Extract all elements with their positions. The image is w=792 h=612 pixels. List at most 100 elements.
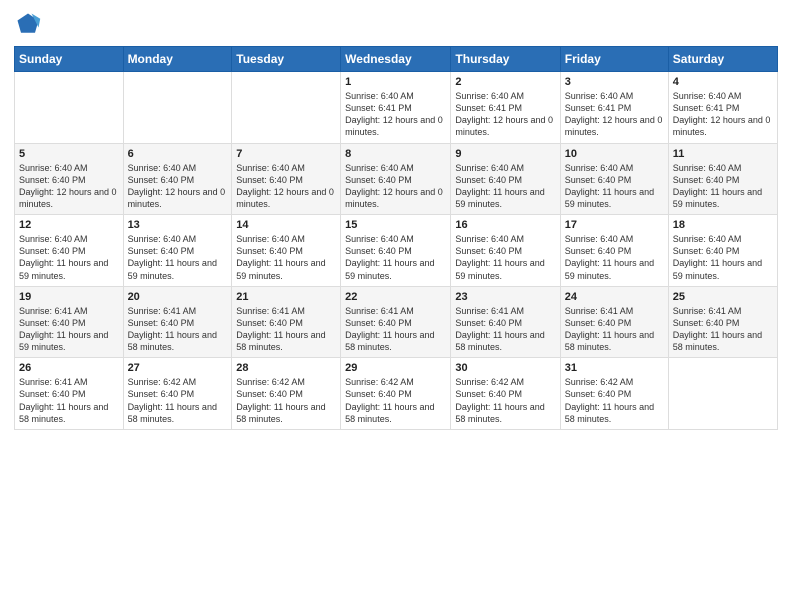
day-cell: 14 Sunrise: 6:40 AMSunset: 6:40 PMDayligh…: [232, 215, 341, 287]
header-cell-saturday: Saturday: [668, 47, 777, 72]
cell-content: Sunrise: 6:42 AMSunset: 6:40 PMDaylight:…: [455, 376, 555, 425]
day-cell: 13 Sunrise: 6:40 AMSunset: 6:40 PMDayligh…: [123, 215, 232, 287]
header-cell-thursday: Thursday: [451, 47, 560, 72]
day-number: 25: [673, 291, 773, 303]
calendar-header: SundayMondayTuesdayWednesdayThursdayFrid…: [15, 47, 778, 72]
header: [14, 10, 778, 38]
day-number: 3: [565, 76, 664, 88]
day-cell: 21 Sunrise: 6:41 AMSunset: 6:40 PMDayligh…: [232, 286, 341, 358]
cell-content: Sunrise: 6:40 AMSunset: 6:40 PMDaylight:…: [128, 233, 228, 282]
cell-content: Sunrise: 6:41 AMSunset: 6:40 PMDaylight:…: [565, 305, 664, 354]
day-cell: 6Sunrise: 6:40 AMSunset: 6:40 PMDaylight…: [123, 143, 232, 215]
cell-content: Sunrise: 6:40 AMSunset: 6:40 PMDaylight:…: [19, 162, 119, 211]
page: SundayMondayTuesdayWednesdayThursdayFrid…: [0, 0, 792, 612]
day-cell: 1 Sunrise: 6:40 AMSunset: 6:41 PMDaylight…: [341, 72, 451, 144]
day-cell: 8Sunrise: 6:40 AMSunset: 6:40 PMDaylight…: [341, 143, 451, 215]
day-cell: 3Sunrise: 6:40 AMSunset: 6:41 PMDaylight…: [560, 72, 668, 144]
day-cell: 9 Sunrise: 6:40 AMSunset: 6:40 PMDaylight…: [451, 143, 560, 215]
day-number: 6: [128, 148, 228, 160]
day-cell: 12 Sunrise: 6:40 AMSunset: 6:40 PMDayligh…: [15, 215, 124, 287]
cell-content: Sunrise: 6:40 AMSunset: 6:40 PMDaylight:…: [565, 162, 664, 211]
cell-content: Sunrise: 6:40 AMSunset: 6:40 PMDaylight:…: [19, 233, 119, 282]
cell-content: Sunrise: 6:41 AMSunset: 6:40 PMDaylight:…: [455, 305, 555, 354]
day-number: 29: [345, 362, 446, 374]
cell-content: Sunrise: 6:41 AMSunset: 6:40 PMDaylight:…: [128, 305, 228, 354]
cell-content: Sunrise: 6:41 AMSunset: 6:40 PMDaylight:…: [673, 305, 773, 354]
day-cell: 26 Sunrise: 6:41 AMSunset: 6:40 PMDayligh…: [15, 358, 124, 430]
cell-content: Sunrise: 6:42 AMSunset: 6:40 PMDaylight:…: [345, 376, 446, 425]
logo-icon: [14, 10, 42, 38]
day-cell: 15 Sunrise: 6:40 AMSunset: 6:40 PMDayligh…: [341, 215, 451, 287]
day-cell: 5 Sunrise: 6:40 AMSunset: 6:40 PMDaylight…: [15, 143, 124, 215]
day-cell: 20Sunrise: 6:41 AMSunset: 6:40 PMDayligh…: [123, 286, 232, 358]
day-number: 21: [236, 291, 336, 303]
day-cell: 11Sunrise: 6:40 AMSunset: 6:40 PMDayligh…: [668, 143, 777, 215]
week-row-3: 19Sunrise: 6:41 AMSunset: 6:40 PMDayligh…: [15, 286, 778, 358]
cell-content: Sunrise: 6:40 AMSunset: 6:41 PMDaylight:…: [345, 90, 446, 139]
day-cell: 24Sunrise: 6:41 AMSunset: 6:40 PMDayligh…: [560, 286, 668, 358]
day-number: 5: [19, 148, 119, 160]
week-row-0: 1 Sunrise: 6:40 AMSunset: 6:41 PMDaylight…: [15, 72, 778, 144]
cell-content: Sunrise: 6:40 AMSunset: 6:41 PMDaylight:…: [455, 90, 555, 139]
day-number: 13: [128, 219, 228, 231]
cell-content: Sunrise: 6:40 AMSunset: 6:41 PMDaylight:…: [673, 90, 773, 139]
day-number: 31: [565, 362, 664, 374]
cell-content: Sunrise: 6:40 AMSunset: 6:40 PMDaylight:…: [345, 233, 446, 282]
day-number: 8: [345, 148, 446, 160]
cell-content: Sunrise: 6:41 AMSunset: 6:40 PMDaylight:…: [345, 305, 446, 354]
day-number: 30: [455, 362, 555, 374]
header-cell-sunday: Sunday: [15, 47, 124, 72]
day-cell: 18 Sunrise: 6:40 AMSunset: 6:40 PMDayligh…: [668, 215, 777, 287]
day-number: 16: [455, 219, 555, 231]
day-cell: 30 Sunrise: 6:42 AMSunset: 6:40 PMDayligh…: [451, 358, 560, 430]
day-cell: 10 Sunrise: 6:40 AMSunset: 6:40 PMDayligh…: [560, 143, 668, 215]
day-number: 23: [455, 291, 555, 303]
header-cell-monday: Monday: [123, 47, 232, 72]
day-cell: [232, 72, 341, 144]
calendar-body: 1 Sunrise: 6:40 AMSunset: 6:41 PMDaylight…: [15, 72, 778, 430]
logo: [14, 10, 44, 38]
cell-content: Sunrise: 6:40 AMSunset: 6:40 PMDaylight:…: [455, 162, 555, 211]
cell-content: Sunrise: 6:42 AMSunset: 6:40 PMDaylight:…: [565, 376, 664, 425]
day-cell: 19Sunrise: 6:41 AMSunset: 6:40 PMDayligh…: [15, 286, 124, 358]
day-cell: 2 Sunrise: 6:40 AMSunset: 6:41 PMDaylight…: [451, 72, 560, 144]
day-number: 9: [455, 148, 555, 160]
cell-content: Sunrise: 6:40 AMSunset: 6:40 PMDaylight:…: [455, 233, 555, 282]
day-number: 14: [236, 219, 336, 231]
cell-content: Sunrise: 6:42 AMSunset: 6:40 PMDaylight:…: [236, 376, 336, 425]
day-cell: 27Sunrise: 6:42 AMSunset: 6:40 PMDayligh…: [123, 358, 232, 430]
day-cell: 7Sunrise: 6:40 AMSunset: 6:40 PMDaylight…: [232, 143, 341, 215]
day-cell: 25 Sunrise: 6:41 AMSunset: 6:40 PMDayligh…: [668, 286, 777, 358]
header-cell-friday: Friday: [560, 47, 668, 72]
header-cell-tuesday: Tuesday: [232, 47, 341, 72]
day-cell: [123, 72, 232, 144]
cell-content: Sunrise: 6:40 AMSunset: 6:40 PMDaylight:…: [673, 162, 773, 211]
day-cell: 17 Sunrise: 6:40 AMSunset: 6:40 PMDayligh…: [560, 215, 668, 287]
day-cell: 16 Sunrise: 6:40 AMSunset: 6:40 PMDayligh…: [451, 215, 560, 287]
day-cell: 4Sunrise: 6:40 AMSunset: 6:41 PMDaylight…: [668, 72, 777, 144]
day-cell: 31 Sunrise: 6:42 AMSunset: 6:40 PMDayligh…: [560, 358, 668, 430]
day-number: 10: [565, 148, 664, 160]
day-cell: [15, 72, 124, 144]
day-number: 12: [19, 219, 119, 231]
header-cell-wednesday: Wednesday: [341, 47, 451, 72]
cell-content: Sunrise: 6:40 AMSunset: 6:40 PMDaylight:…: [236, 233, 336, 282]
day-number: 18: [673, 219, 773, 231]
day-cell: 28 Sunrise: 6:42 AMSunset: 6:40 PMDayligh…: [232, 358, 341, 430]
header-row: SundayMondayTuesdayWednesdayThursdayFrid…: [15, 47, 778, 72]
day-cell: 29 Sunrise: 6:42 AMSunset: 6:40 PMDayligh…: [341, 358, 451, 430]
day-number: 28: [236, 362, 336, 374]
day-number: 15: [345, 219, 446, 231]
cell-content: Sunrise: 6:40 AMSunset: 6:40 PMDaylight:…: [565, 233, 664, 282]
cell-content: Sunrise: 6:41 AMSunset: 6:40 PMDaylight:…: [236, 305, 336, 354]
day-cell: 23 Sunrise: 6:41 AMSunset: 6:40 PMDayligh…: [451, 286, 560, 358]
day-cell: [668, 358, 777, 430]
cell-content: Sunrise: 6:40 AMSunset: 6:40 PMDaylight:…: [673, 233, 773, 282]
cell-content: Sunrise: 6:41 AMSunset: 6:40 PMDaylight:…: [19, 376, 119, 425]
day-number: 2: [455, 76, 555, 88]
week-row-1: 5 Sunrise: 6:40 AMSunset: 6:40 PMDaylight…: [15, 143, 778, 215]
cell-content: Sunrise: 6:40 AMSunset: 6:40 PMDaylight:…: [236, 162, 336, 211]
day-number: 1: [345, 76, 446, 88]
day-number: 17: [565, 219, 664, 231]
day-number: 26: [19, 362, 119, 374]
